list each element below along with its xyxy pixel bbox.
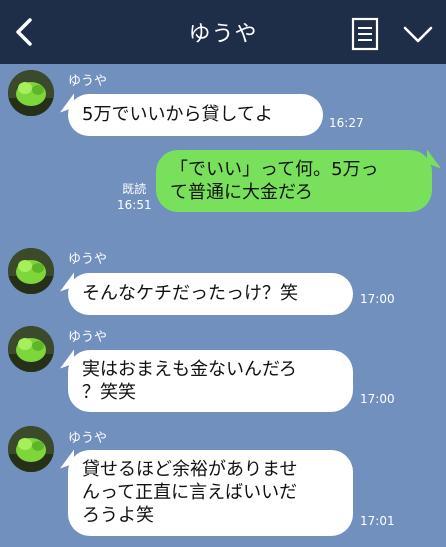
menu-button[interactable] bbox=[402, 24, 434, 46]
chat-title: ゆうや bbox=[188, 22, 258, 47]
sender-name: ゆうや bbox=[68, 431, 108, 446]
message-bubble[interactable]: 実はおまえも金ないんだろ ？笑笑 bbox=[68, 350, 353, 412]
back-button[interactable] bbox=[6, 14, 42, 50]
avatar[interactable] bbox=[8, 70, 54, 116]
timestamp: 17:01 bbox=[360, 514, 395, 528]
sender-name: ゆうや bbox=[68, 330, 108, 345]
sender-name: ゆうや bbox=[68, 252, 108, 267]
avatar[interactable] bbox=[8, 326, 54, 372]
message-text: ろうよ笑 bbox=[82, 505, 154, 526]
read-label: 既読 bbox=[122, 182, 147, 196]
message-bubble[interactable]: そんなケチだったっけ？笑 bbox=[68, 273, 353, 315]
avatar-image bbox=[8, 70, 54, 116]
message-text: て普通に大金だろ bbox=[170, 182, 313, 203]
timestamp: 16:51 bbox=[117, 198, 152, 212]
message-bubble[interactable]: 5万でいいから貸してよ bbox=[68, 94, 323, 136]
avatar-image bbox=[8, 326, 54, 372]
timestamp: 17:00 bbox=[360, 292, 395, 306]
avatar-image bbox=[8, 248, 54, 294]
message-text: 「でいい」って何。5万っ bbox=[170, 159, 379, 180]
avatar-image bbox=[8, 426, 54, 472]
avatar[interactable] bbox=[8, 426, 54, 472]
avatar[interactable] bbox=[8, 248, 54, 294]
message-text: 実はおまえも金ないんだろ bbox=[82, 359, 297, 380]
timestamp: 16:27 bbox=[329, 116, 364, 130]
chevron-down-icon bbox=[403, 26, 433, 43]
note-icon bbox=[351, 17, 379, 51]
message-bubble[interactable]: 貸せるほど余裕がありませ んって正直に言えばいいだ ろうよ笑 bbox=[68, 450, 353, 536]
chat-header: ゆうや bbox=[0, 0, 446, 64]
timestamp: 17:00 bbox=[360, 392, 395, 406]
message-text: そんなケチだったっけ？笑 bbox=[82, 283, 298, 304]
message-bubble[interactable]: 「でいい」って何。5万っ て普通に大金だろ bbox=[156, 150, 432, 212]
read-receipt: 既読 16:51 bbox=[117, 181, 152, 213]
note-button[interactable] bbox=[351, 17, 379, 51]
sender-name: ゆうや bbox=[68, 74, 108, 89]
message-text: 5万でいいから貸してよ bbox=[82, 104, 273, 125]
message-text: 貸せるほど余裕がありませ bbox=[82, 459, 298, 480]
message-text: んって正直に言えばいいだ bbox=[82, 482, 298, 503]
chevron-left-icon bbox=[16, 18, 32, 46]
message-text: ？笑笑 bbox=[82, 382, 136, 403]
